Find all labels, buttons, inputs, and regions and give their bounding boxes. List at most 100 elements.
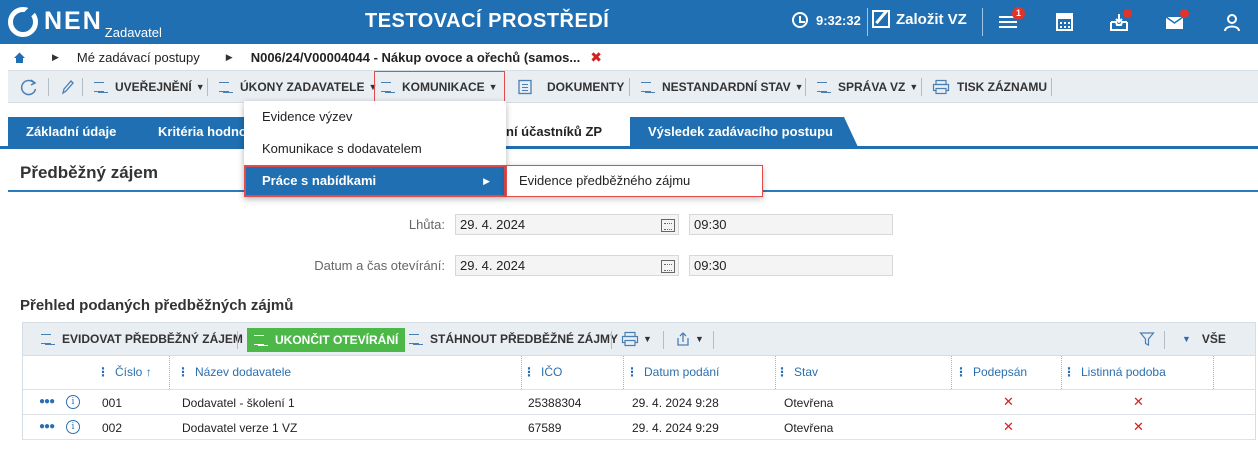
- section-title: Předběžný zájem: [20, 163, 158, 182]
- toolbar-divider: [82, 78, 83, 96]
- row-divider: [23, 414, 1255, 415]
- notification-badge: 1: [1012, 7, 1025, 20]
- column-header-stav[interactable]: ⋮ Stav: [776, 356, 818, 389]
- submenu-item-evidence-predbezneho-zajmu[interactable]: Evidence předběžného zájmu: [506, 165, 763, 197]
- more-options-icon[interactable]: ●●●: [39, 421, 55, 432]
- column-header-podepsan[interactable]: ⋮ Podepsán: [955, 356, 1027, 389]
- cell-cislo: 002: [102, 421, 123, 435]
- column-menu-icon[interactable]: ⋮: [776, 365, 788, 379]
- column-header-ico[interactable]: ⋮ IČO: [523, 356, 562, 389]
- otevirani-date-field[interactable]: 29. 4. 2024: [455, 255, 679, 276]
- header-divider: [867, 8, 868, 36]
- column-header-listinna[interactable]: ⋮ Listinná podoba: [1063, 356, 1166, 389]
- info-icon[interactable]: i: [66, 395, 80, 409]
- export-menu[interactable]: ▼: [675, 323, 704, 355]
- otevirani-time-field[interactable]: 09:30: [689, 255, 893, 276]
- uverejneni-menu[interactable]: UVEŘEJNĚNÍ ▼: [94, 71, 205, 102]
- sprava-menu[interactable]: SPRÁVA VZ ▼: [817, 71, 918, 102]
- tab-bar: Základní údaje Kritéria hodno ní účastní…: [0, 117, 1258, 147]
- column-menu-icon[interactable]: ⋮: [97, 365, 109, 379]
- print-menu[interactable]: ▼: [621, 323, 652, 355]
- evidovat-button[interactable]: EVIDOVAT PŘEDBĚŽNÝ ZÁJEM: [41, 323, 243, 355]
- view-select[interactable]: ▼ VŠE: [1178, 323, 1226, 355]
- caret-down-icon: ▼: [794, 81, 804, 92]
- tab-vysledek[interactable]: Výsledek zadávacího postupu: [630, 117, 858, 147]
- toolbar-divider: [663, 331, 664, 349]
- tab-ucastnici[interactable]: ní účastníků ZP: [490, 117, 630, 147]
- menu-item-komunikace-s-dodavatelem[interactable]: Komunikace s dodavatelem: [244, 133, 506, 165]
- toolbar-divider: [48, 78, 49, 96]
- toolbar-divider: [237, 331, 238, 349]
- breadcrumb-arrow-icon: ▶: [225, 51, 233, 62]
- home-icon[interactable]: [13, 51, 26, 64]
- column-menu-icon[interactable]: ⋮: [955, 365, 967, 379]
- list-icon: [94, 80, 108, 94]
- sort-ascending-icon: ↑: [145, 365, 152, 379]
- column-header-nazev[interactable]: ⋮ Název dodavatele: [177, 356, 291, 389]
- pencil-icon: [61, 79, 74, 94]
- lhuta-date-value: 29. 4. 2024: [460, 217, 526, 232]
- environment-title: TESTOVACÍ PROSTŘEDÍ: [365, 10, 610, 32]
- tab-zakladni-udaje[interactable]: Základní údaje: [8, 117, 158, 147]
- toolbar-divider: [629, 78, 630, 96]
- tab-label: Kritéria hodno: [158, 124, 247, 139]
- calculator-button[interactable]: [1053, 10, 1077, 34]
- breadcrumb-current[interactable]: N006/24/V00004044 - Nákup ovoce a ořechů…: [251, 50, 581, 65]
- session-clock: 9:32:32: [792, 12, 861, 28]
- row-divider: [23, 439, 1255, 440]
- tisk-button[interactable]: TISK ZÁZNAMU: [932, 71, 1047, 102]
- more-options-icon[interactable]: ●●●: [39, 396, 55, 407]
- toolbar-divider: [611, 331, 612, 349]
- data-grid: ⋮ Číslo ↑ ⋮ Název dodavatele ⋮ IČO ⋮ Datum p…: [22, 356, 1256, 440]
- calculator-icon: [1056, 13, 1073, 31]
- menu-button[interactable]: 1: [998, 7, 1025, 34]
- not-paper-icon: ✕: [1133, 419, 1144, 434]
- messages-button[interactable]: [1163, 9, 1189, 34]
- tab-underline: [0, 146, 1258, 149]
- komunikace-menu[interactable]: KOMUNIKACE ▼: [374, 71, 505, 102]
- cell-datum: 29. 4. 2024 9:28: [632, 396, 719, 410]
- toolbar-divider: [921, 78, 922, 96]
- refresh-button[interactable]: [20, 71, 38, 102]
- column-menu-icon[interactable]: ⋮: [177, 365, 189, 379]
- inbox-button[interactable]: [1107, 9, 1132, 34]
- lhuta-date-field[interactable]: 29. 4. 2024: [455, 214, 679, 235]
- cell-cislo: 001: [102, 396, 123, 410]
- print-icon: [621, 331, 639, 347]
- column-menu-icon[interactable]: ⋮: [626, 365, 638, 379]
- close-icon[interactable]: ✖: [590, 49, 602, 66]
- menu-item-evidence-vyzev[interactable]: Evidence výzev: [244, 101, 506, 133]
- inbox-dot: [1123, 9, 1132, 18]
- lhuta-time-field[interactable]: 09:30: [689, 214, 893, 235]
- lhuta-time-value: 09:30: [694, 217, 727, 232]
- column-divider: [1061, 356, 1062, 389]
- toolbar-divider: [1051, 78, 1052, 96]
- ukony-label: ÚKONY ZADAVATELE: [240, 79, 365, 94]
- header-row-divider: [23, 389, 1255, 390]
- column-header-datum[interactable]: ⋮ Datum podání: [626, 356, 719, 389]
- caret-down-icon: ▼: [195, 81, 205, 92]
- dokumenty-label: DOKUMENTY: [547, 79, 625, 94]
- dokumenty-button[interactable]: DOKUMENTY: [517, 71, 624, 102]
- filter-button[interactable]: [1139, 323, 1155, 355]
- column-divider: [169, 356, 170, 389]
- nestandardni-menu[interactable]: NESTANDARDNÍ STAV ▼: [641, 71, 804, 102]
- menu-item-prace-s-nabidkami[interactable]: Práce s nabídkami ▶: [244, 165, 506, 197]
- ukony-menu[interactable]: ÚKONY ZADAVATELE ▼: [219, 71, 377, 102]
- caret-down-icon: ▼: [695, 334, 704, 344]
- edit-button[interactable]: [60, 71, 74, 102]
- not-signed-icon: ✕: [1003, 394, 1014, 409]
- tab-label: Výsledek zadávacího postupu: [648, 124, 833, 139]
- user-button[interactable]: [1220, 10, 1244, 34]
- calendar-icon[interactable]: [661, 260, 675, 273]
- column-menu-icon[interactable]: ⋮: [1063, 365, 1075, 379]
- calendar-icon[interactable]: [661, 219, 675, 232]
- stahnout-button[interactable]: STÁHNOUT PŘEDBĚŽNÉ ZÁJMY: [409, 323, 618, 355]
- info-icon[interactable]: i: [66, 420, 80, 434]
- create-vz-button[interactable]: Založit VZ: [872, 10, 967, 28]
- nen-logo[interactable]: NEN Zadavatel: [8, 6, 162, 40]
- ukoncit-oteviran-button[interactable]: UKONČIT OTEVÍRÁNÍ: [247, 328, 406, 352]
- column-menu-icon[interactable]: ⋮: [523, 365, 535, 379]
- breadcrumb-item[interactable]: Mé zadávací postupy: [77, 50, 200, 65]
- column-header-cislo[interactable]: ⋮ Číslo ↑: [97, 356, 152, 389]
